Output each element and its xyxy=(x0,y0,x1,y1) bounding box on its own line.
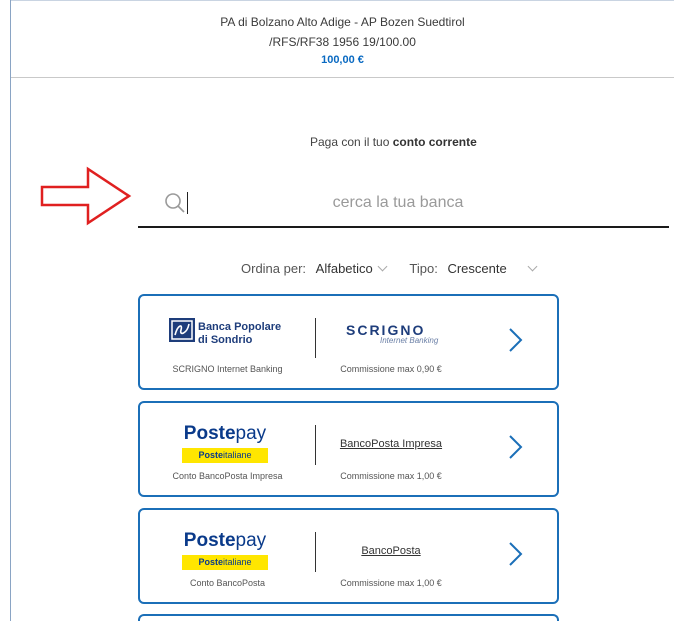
payment-amount: 100,00 € xyxy=(321,54,364,66)
sort-label: Ordina per: xyxy=(241,261,307,276)
posteitaliane-light: italiane xyxy=(222,557,252,567)
postepay-wordmark: Postepay xyxy=(180,530,270,552)
posteitaliane-band: Posteitaliane xyxy=(182,448,268,463)
sort-bar: Ordina per: Alfabetico Tipo: Crescente xyxy=(241,261,542,276)
page-title: Paga con il tuo conto corrente xyxy=(310,135,477,149)
product-name: BancoPosta Impresa xyxy=(339,438,443,450)
bank-logo-text: Banca Popolare di Sondrio xyxy=(198,321,281,347)
postepay-word-light: pay xyxy=(235,530,267,551)
postepay-logo: Postepay Posteitaliane xyxy=(180,530,270,570)
chevron-right-icon[interactable] xyxy=(506,326,524,359)
search-icon[interactable] xyxy=(164,192,186,219)
product-name: BancoPosta xyxy=(361,545,421,557)
text-cursor xyxy=(187,192,188,214)
posteitaliane-band: Posteitaliane xyxy=(182,555,268,570)
red-arrow-icon xyxy=(40,165,132,232)
type-label: Tipo: xyxy=(409,261,438,276)
payee-name: PA di Bolzano Alto Adige - AP Bozen Sued… xyxy=(220,15,465,29)
payment-reference: /RFS/RF38 1956 19/100.00 xyxy=(269,35,416,49)
type-dropdown[interactable]: Crescente xyxy=(447,261,541,276)
postepay-word-bold: Poste xyxy=(183,423,236,444)
bank-logo-line-2: di Sondrio xyxy=(198,334,253,346)
card-divider xyxy=(315,318,316,358)
type-dropdown-value: Crescente xyxy=(447,261,507,276)
postepay-word-light: pay xyxy=(235,423,267,444)
bank-search-bar[interactable] xyxy=(138,184,669,228)
scrigno-logo: SCRIGNO Internet Banking xyxy=(346,322,438,345)
chevron-right-icon[interactable] xyxy=(506,540,524,573)
service-caption: Conto BancoPosta Impresa xyxy=(172,471,283,481)
commission-caption: Commissione max 0,90 € xyxy=(340,364,442,374)
bank-card-partial[interactable] xyxy=(138,614,559,621)
bank-logo-line-1: Banca Popolare xyxy=(198,321,282,333)
bank-card-bancoposta-impresa[interactable]: Postepay Posteitaliane BancoPosta Impres… xyxy=(138,401,559,497)
page-title-prefix: Paga con il tuo xyxy=(310,135,390,149)
window-left-border xyxy=(10,0,11,621)
sort-dropdown-value: Alfabetico xyxy=(315,261,373,276)
postepay-wordmark: Postepay xyxy=(180,423,270,445)
chevron-down-icon xyxy=(527,261,538,272)
service-caption: Conto BancoPosta xyxy=(189,578,266,588)
commission-caption: Commissione max 1,00 € xyxy=(340,578,442,588)
scrigno-logo-tagline: Internet Banking xyxy=(380,336,439,345)
postepay-word-bold: Poste xyxy=(183,530,236,551)
postepay-logo: Postepay Posteitaliane xyxy=(180,423,270,463)
posteitaliane-light: italiane xyxy=(222,450,252,460)
commission-caption: Commissione max 1,00 € xyxy=(340,471,442,481)
posteitaliane-bold: Poste xyxy=(198,450,223,460)
posteitaliane-bold: Poste xyxy=(198,557,223,567)
search-input[interactable] xyxy=(198,190,598,216)
sort-dropdown[interactable]: Alfabetico xyxy=(316,261,392,276)
bank-card-bancoposta[interactable]: Postepay Posteitaliane BancoPosta Conto … xyxy=(138,508,559,604)
chevron-down-icon xyxy=(377,261,388,272)
payment-summary-header: PA di Bolzano Alto Adige - AP Bozen Sued… xyxy=(11,1,674,78)
page-title-bold: conto corrente xyxy=(392,135,477,149)
bank-card-banca-popolare-sondrio[interactable]: Banca Popolare di Sondrio SCRIGNO Intern… xyxy=(138,294,559,390)
service-caption: SCRIGNO Internet Banking xyxy=(172,364,283,374)
bps-logo-icon xyxy=(169,318,195,347)
chevron-right-icon[interactable] xyxy=(506,433,524,466)
